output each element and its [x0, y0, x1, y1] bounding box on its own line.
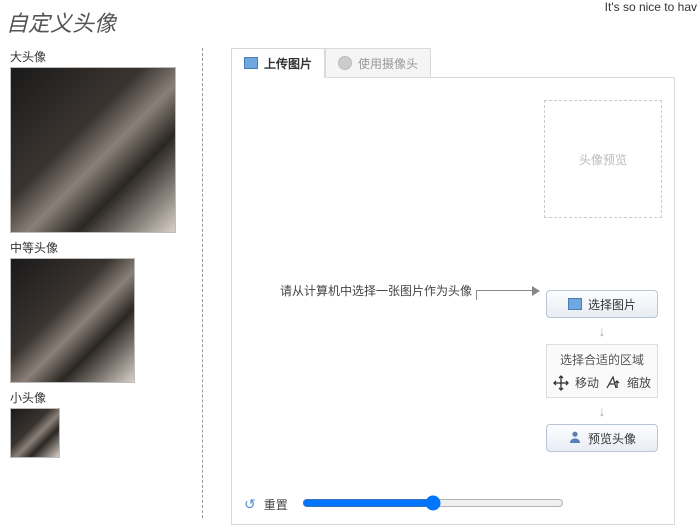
- tab-bar: 上传图片 使用摄像头: [231, 48, 675, 78]
- crop-hint-box: 选择合适的区域 移动 缩放: [546, 344, 658, 398]
- vertical-divider: [202, 48, 203, 518]
- tab-upload-label: 上传图片: [264, 55, 312, 72]
- photo-icon: [244, 57, 258, 69]
- image-stage[interactable]: [244, 90, 544, 470]
- instruction-text: 请从计算机中选择一张图片作为头像: [280, 282, 472, 299]
- select-image-button[interactable]: 选择图片: [546, 290, 658, 318]
- person-icon: [568, 430, 582, 447]
- preview-placeholder-text: 头像预览: [579, 151, 627, 168]
- move-icon: [553, 375, 569, 391]
- move-label: 移动: [575, 374, 599, 391]
- upload-panel: 头像预览 请从计算机中选择一张图片作为头像 选择图片 ↓ 选择合适的区域: [231, 77, 675, 525]
- arrow-down-icon: ↓: [599, 324, 606, 338]
- reset-label[interactable]: 重置: [264, 496, 288, 513]
- preview-avatar-label: 预览头像: [588, 430, 636, 447]
- instruction-row: 请从计算机中选择一张图片作为头像: [280, 282, 540, 299]
- page-title: 自定义头像: [0, 0, 697, 48]
- small-avatar-label: 小头像: [10, 389, 174, 406]
- photo-icon: [568, 298, 582, 310]
- select-image-label: 选择图片: [588, 296, 636, 313]
- reset-row: ↻ 重置: [244, 495, 564, 514]
- medium-avatar-label: 中等头像: [10, 239, 174, 256]
- top-truncated-text: It's so nice to hav: [605, 0, 697, 14]
- tab-camera[interactable]: 使用摄像头: [325, 48, 431, 78]
- medium-avatar-preview: [10, 258, 135, 383]
- large-avatar-label: 大头像: [10, 48, 174, 65]
- large-avatar-preview: [10, 67, 176, 233]
- reset-icon[interactable]: ↻: [244, 496, 256, 513]
- zoom-slider[interactable]: [302, 495, 564, 511]
- camera-icon: [338, 56, 352, 70]
- side-actions: 选择图片 ↓ 选择合适的区域 移动 缩放: [542, 290, 662, 452]
- small-avatar-preview: [10, 408, 60, 458]
- tab-upload[interactable]: 上传图片: [231, 48, 325, 78]
- preview-avatar-button[interactable]: 预览头像: [546, 424, 658, 452]
- crop-hint-title: 选择合适的区域: [551, 351, 653, 368]
- avatar-preview-box: 头像预览: [544, 100, 662, 218]
- zoom-icon: [605, 375, 621, 391]
- avatar-previews-column: 大头像 中等头像 小头像: [0, 48, 180, 525]
- arrow-down-icon: ↓: [599, 404, 606, 418]
- zoom-label: 缩放: [627, 374, 651, 391]
- tab-camera-label: 使用摄像头: [358, 55, 418, 72]
- arrow-right-icon: [476, 286, 540, 296]
